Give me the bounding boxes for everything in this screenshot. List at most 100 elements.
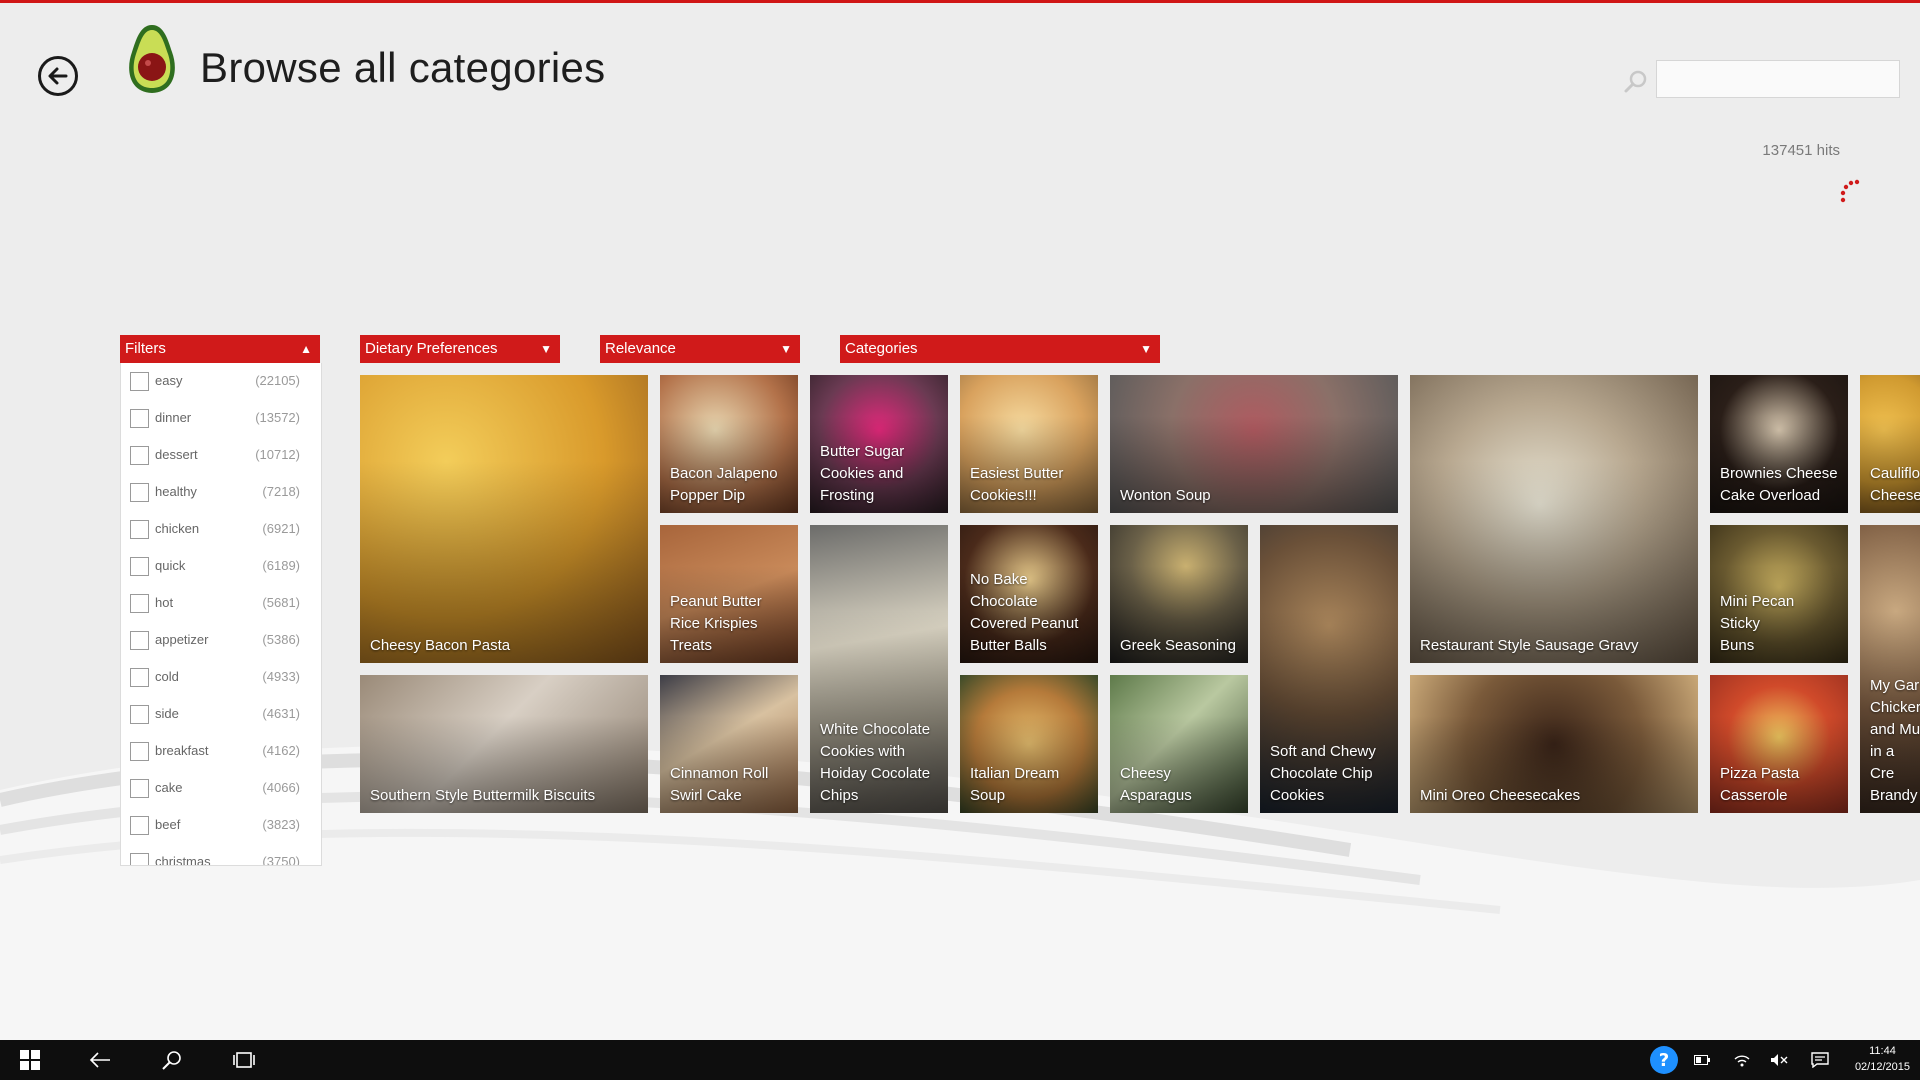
sort-dropdown[interactable]: Relevance ▼ (600, 335, 800, 363)
recipe-title: Pizza Pasta Casserole (1720, 765, 1800, 804)
recipe-tile[interactable]: Wonton Soup (1110, 375, 1398, 513)
recipe-tile[interactable]: Cauliflo Cheese (1860, 375, 1920, 513)
wifi-icon[interactable] (1730, 1040, 1754, 1080)
recipe-tile[interactable]: Southern Style Buttermilk Biscuits (360, 675, 648, 813)
categories-dropdown[interactable]: Categories ▼ (840, 335, 1160, 363)
action-center-icon[interactable] (1808, 1040, 1832, 1080)
recipe-tile[interactable]: Peanut Butter Rice Krispies Treats (660, 525, 798, 663)
recipe-title: Soft and Chewy Chocolate Chip Cookies (1270, 743, 1376, 804)
search-input[interactable] (1656, 60, 1900, 98)
filter-row-healthy[interactable]: healthy (7218) (121, 474, 321, 511)
filter-checkbox[interactable] (130, 594, 149, 613)
taskbar-search-button[interactable] (152, 1040, 192, 1080)
recipe-tile[interactable]: Butter Sugar Cookies and Frosting (810, 375, 948, 513)
filter-checkbox[interactable] (130, 742, 149, 761)
filter-name: dessert (155, 447, 198, 462)
filter-row-christmas[interactable]: christmas (3750) (121, 844, 321, 865)
filter-row-dinner[interactable]: dinner (13572) (121, 400, 321, 437)
filter-checkbox[interactable] (130, 557, 149, 576)
page-title: Browse all categories (200, 44, 606, 91)
filter-name: side (155, 706, 179, 721)
dietary-preferences-dropdown[interactable]: Dietary Preferences ▼ (360, 335, 560, 363)
recipe-tile[interactable]: Italian Dream Soup (960, 675, 1098, 813)
filter-checkbox[interactable] (130, 816, 149, 835)
recipe-tile[interactable]: Cheesy Bacon Pasta (360, 375, 648, 663)
help-button[interactable]: ? (1648, 1040, 1680, 1080)
recipe-title: Cheesy Asparagus (1120, 765, 1192, 804)
recipe-title: Italian Dream Soup (970, 765, 1060, 804)
search-icon (162, 1051, 181, 1070)
recipe-tile[interactable]: Greek Seasoning (1110, 525, 1248, 663)
filter-row-hot[interactable]: hot (5681) (121, 585, 321, 622)
tile-shade (1410, 461, 1698, 663)
filter-checkbox[interactable] (130, 409, 149, 428)
recipe-tile[interactable]: Mini Pecan Sticky Buns (1710, 525, 1848, 663)
recipe-tile[interactable]: My Gar Chicker and Mu in a Cre Brandy (1860, 525, 1920, 813)
start-button[interactable] (10, 1040, 50, 1080)
task-view-button[interactable] (224, 1040, 264, 1080)
arrow-left-icon (48, 67, 68, 85)
recipe-tile[interactable]: Cheesy Asparagus (1110, 675, 1248, 813)
filter-checkbox[interactable] (130, 483, 149, 502)
recipe-tile[interactable]: Restaurant Style Sausage Gravy (1410, 375, 1698, 663)
filters-panel[interactable]: easy (22105) dinner (13572) dessert (107… (120, 363, 322, 866)
search-icon[interactable] (1622, 68, 1650, 96)
filter-row-beef[interactable]: beef (3823) (121, 807, 321, 844)
filter-checkbox[interactable] (130, 853, 149, 865)
categories-label: Categories (845, 340, 918, 357)
back-button[interactable] (38, 56, 78, 96)
recipe-tile[interactable]: Soft and Chewy Chocolate Chip Cookies (1260, 525, 1398, 813)
filter-checkbox[interactable] (130, 705, 149, 724)
filter-row-dessert[interactable]: dessert (10712) (121, 437, 321, 474)
sort-label: Relevance (605, 340, 676, 357)
clock-time: 11:44 (1869, 1045, 1896, 1057)
filter-checkbox[interactable] (130, 520, 149, 539)
filter-checkbox[interactable] (130, 779, 149, 798)
filter-count: (6921) (262, 521, 300, 536)
filter-row-side[interactable]: side (4631) (121, 696, 321, 733)
filter-checkbox[interactable] (130, 631, 149, 650)
task-view-icon (233, 1052, 255, 1068)
recipe-title: Restaurant Style Sausage Gravy (1420, 637, 1639, 654)
filter-count: (13572) (255, 410, 300, 425)
recipe-tile[interactable]: No Bake Chocolate Covered Peanut Butter … (960, 525, 1098, 663)
recipe-tile[interactable]: Mini Oreo Cheesecakes (1410, 675, 1698, 813)
filter-name: cold (155, 669, 179, 684)
battery-icon[interactable] (1690, 1040, 1714, 1080)
filter-checkbox[interactable] (130, 372, 149, 391)
dietary-label: Dietary Preferences (365, 340, 498, 357)
filter-count: (10712) (255, 447, 300, 462)
filters-dropdown[interactable]: Filters ▲ (120, 335, 320, 363)
filter-count: (6189) (262, 558, 300, 573)
filter-row-cake[interactable]: cake (4066) (121, 770, 321, 807)
recipe-title: Southern Style Buttermilk Biscuits (370, 787, 596, 804)
filter-row-cold[interactable]: cold (4933) (121, 659, 321, 696)
filter-row-easy[interactable]: easy (22105) (121, 363, 321, 400)
filter-count: (5681) (262, 595, 300, 610)
chevron-up-icon: ▲ (300, 342, 312, 356)
filter-row-quick[interactable]: quick (6189) (121, 548, 321, 585)
recipe-tile[interactable]: White Chocolate Cookies with Hoiday Coco… (810, 525, 948, 813)
volume-muted-icon[interactable] (1767, 1040, 1791, 1080)
filter-row-appetizer[interactable]: appetizer (5386) (121, 622, 321, 659)
filters-label: Filters (125, 340, 166, 357)
svg-text:?: ? (1659, 1050, 1669, 1071)
recipe-tile[interactable]: Bacon Jalapeno Popper Dip (660, 375, 798, 513)
recipe-tile[interactable]: Easiest Butter Cookies!!! (960, 375, 1098, 513)
filter-row-chicken[interactable]: chicken (6921) (121, 511, 321, 548)
recipe-tile[interactable]: Cinnamon Roll Swirl Cake (660, 675, 798, 813)
chevron-down-icon: ▼ (540, 342, 552, 356)
taskbar-back-button[interactable] (80, 1040, 120, 1080)
filter-checkbox[interactable] (130, 668, 149, 687)
filter-name: cake (155, 780, 183, 795)
recipe-tile[interactable]: Brownies Cheese Cake Overload (1710, 375, 1848, 513)
loading-spinner-icon (1840, 179, 1860, 203)
recipe-title: Peanut Butter Rice Krispies Treats (670, 593, 762, 654)
filter-count: (5386) (262, 632, 300, 647)
recipe-tile[interactable]: Pizza Pasta Casserole (1710, 675, 1848, 813)
filter-name: beef (155, 817, 181, 832)
recipe-title: Greek Seasoning (1120, 637, 1236, 654)
clock[interactable]: 11:44 02/12/2015 (1855, 1043, 1910, 1075)
filter-row-breakfast[interactable]: breakfast (4162) (121, 733, 321, 770)
filter-checkbox[interactable] (130, 446, 149, 465)
